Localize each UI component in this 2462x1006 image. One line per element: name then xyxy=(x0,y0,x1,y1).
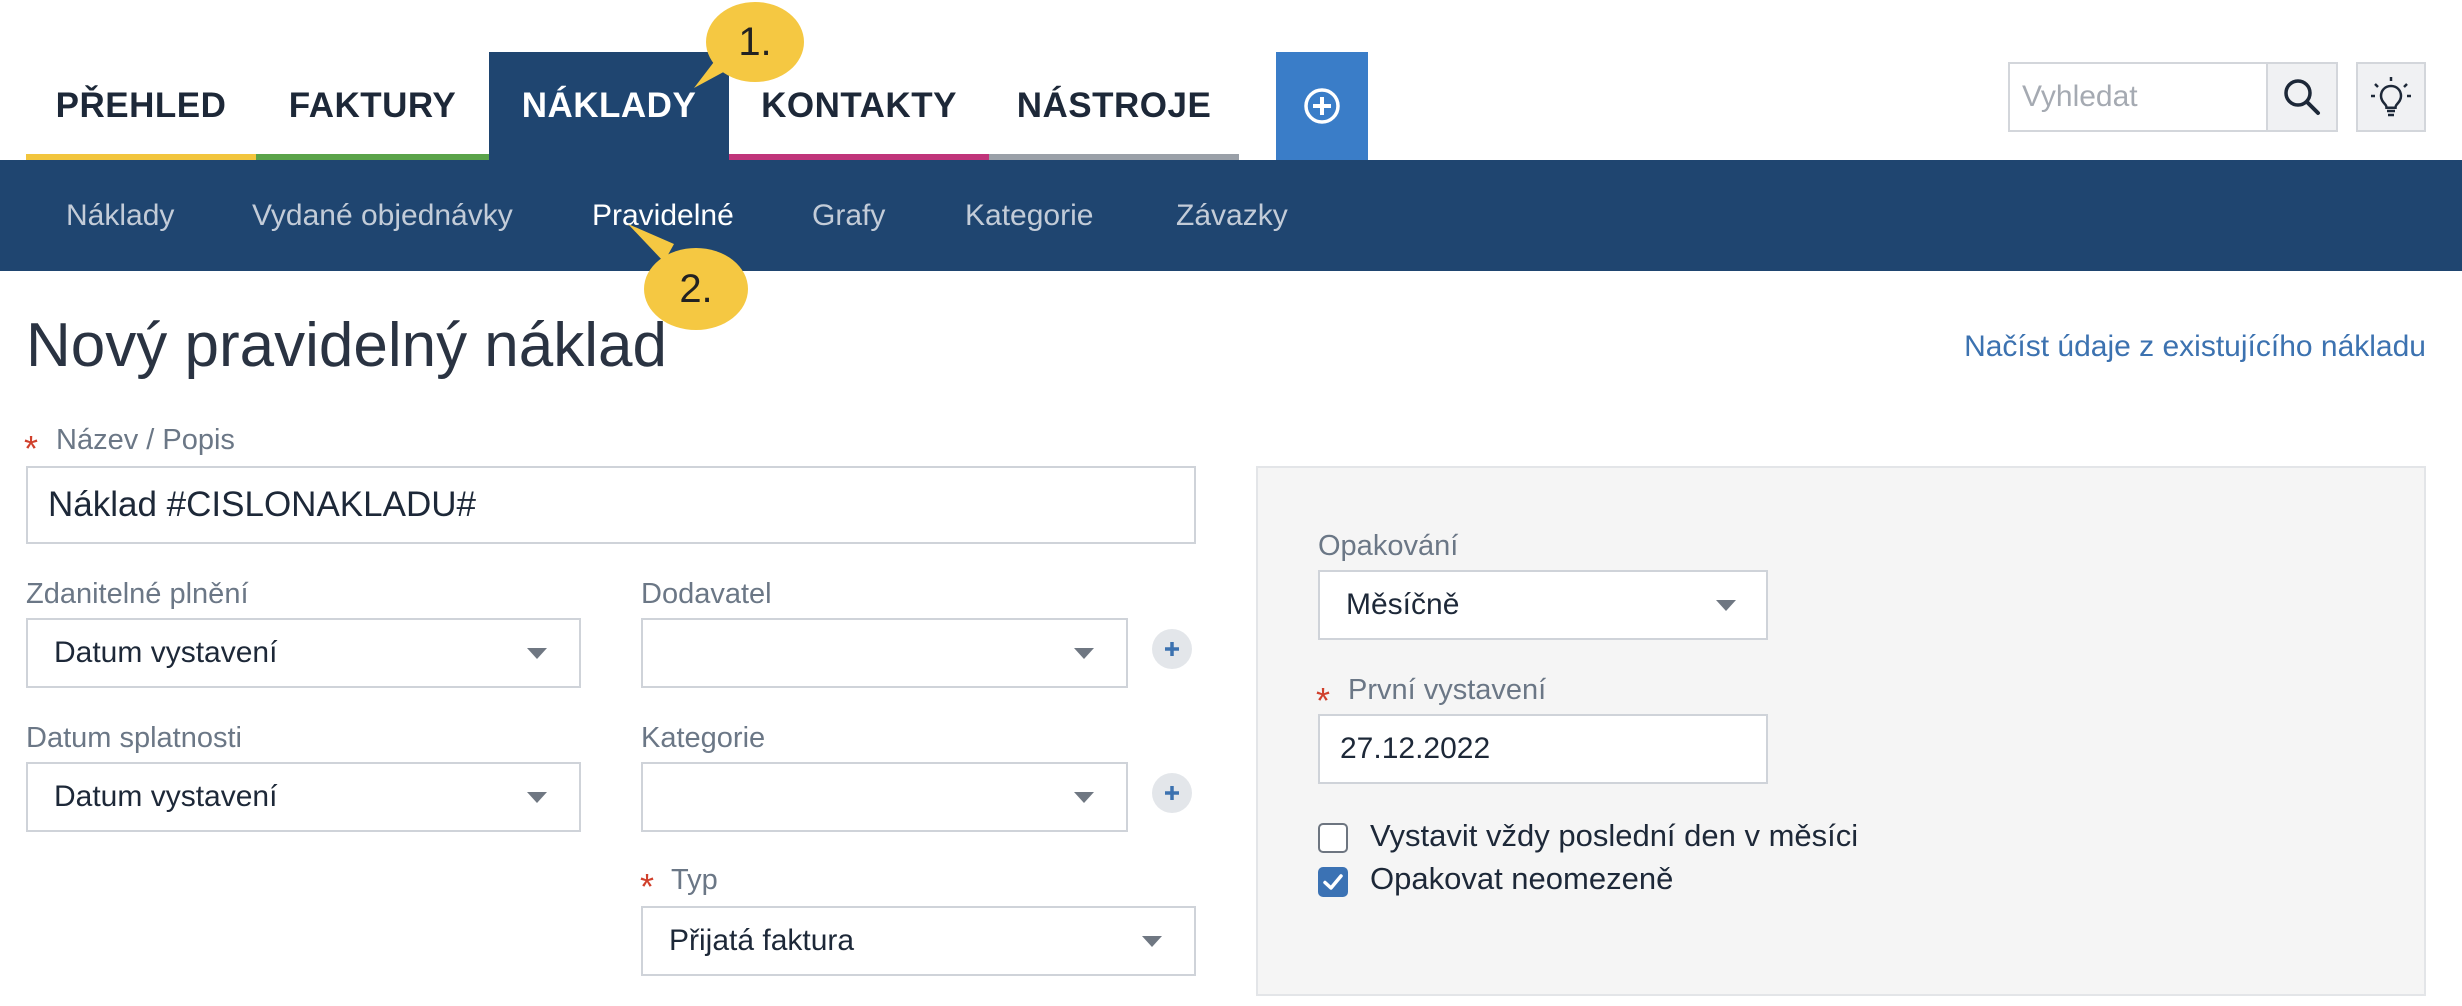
chevron-down-icon xyxy=(1074,792,1094,803)
tips-button[interactable] xyxy=(2356,62,2426,132)
repeat-value: Měsíčně xyxy=(1346,588,1460,621)
main-tabs: PŘEHLED FAKTURY NÁKLADY KONTAKTY NÁSTROJ… xyxy=(26,52,1239,160)
chevron-down-icon xyxy=(1716,600,1736,611)
search-button[interactable] xyxy=(2266,62,2338,132)
taxable-select[interactable]: Datum vystavení xyxy=(26,618,581,688)
tab-naklady-label: NÁKLADY xyxy=(521,86,697,125)
last-day-label: Vystavit vždy poslední den v měsíci xyxy=(1370,818,1859,853)
due-label: Datum splatnosti xyxy=(26,722,242,754)
first-issue-value: 27.12.2022 xyxy=(1340,732,1491,765)
category-label: Kategorie xyxy=(641,722,766,754)
tab-prehled-label: PŘEHLED xyxy=(55,86,227,125)
add-category-button[interactable] xyxy=(1152,773,1192,813)
callout-1-label: 1. xyxy=(738,19,772,64)
plus-icon xyxy=(1165,642,1179,656)
taxable-value: Datum vystavení xyxy=(54,636,278,669)
callout-2-label: 2. xyxy=(679,266,713,311)
lightbulb-icon xyxy=(2371,77,2411,117)
tab-prehled[interactable]: PŘEHLED xyxy=(26,52,256,160)
subnav-kategorie[interactable]: Kategorie xyxy=(965,160,1093,271)
callout-1: 1. xyxy=(706,2,804,82)
chevron-down-icon xyxy=(1142,936,1162,947)
type-select[interactable]: Přijatá faktura xyxy=(641,906,1196,976)
subnav-grafy[interactable]: Grafy xyxy=(812,160,885,271)
required-mark: * xyxy=(640,866,655,907)
tab-faktury-label: FAKTURY xyxy=(288,86,457,125)
required-mark: * xyxy=(24,428,39,469)
name-input[interactable]: Náklad #CISLONAKLADU# xyxy=(26,466,1196,544)
chevron-down-icon xyxy=(527,648,547,659)
due-select[interactable]: Datum vystavení xyxy=(26,762,581,832)
chevron-down-icon xyxy=(1074,648,1094,659)
supplier-select[interactable] xyxy=(641,618,1128,688)
first-issue-label: První vystavení xyxy=(1348,674,1547,706)
type-value: Přijatá faktura xyxy=(669,924,855,957)
tab-nastroje-label: NÁSTROJE xyxy=(1016,86,1212,125)
repeat-label: Opakování xyxy=(1318,530,1459,562)
first-issue-date-input[interactable]: 27.12.2022 xyxy=(1318,714,1768,784)
category-select[interactable] xyxy=(641,762,1128,832)
type-label: Typ xyxy=(671,864,718,896)
tab-kontakty-label: KONTAKTY xyxy=(761,86,957,125)
checkmark-icon xyxy=(1323,874,1343,890)
add-supplier-button[interactable] xyxy=(1152,629,1192,669)
last-day-checkbox[interactable] xyxy=(1318,823,1348,853)
sub-navigation: Náklady Vydané objednávky Pravidelné Gra… xyxy=(0,160,2462,271)
search-icon xyxy=(2284,79,2320,115)
unlimited-checkbox[interactable] xyxy=(1318,867,1348,897)
taxable-label: Zdanitelné plnění xyxy=(26,578,249,610)
repeat-select[interactable]: Měsíčně xyxy=(1318,570,1768,640)
subnav-vydane-objednavky[interactable]: Vydané objednávky xyxy=(252,160,513,271)
due-value: Datum vystavení xyxy=(54,780,278,813)
chevron-down-icon xyxy=(527,792,547,803)
plus-circle-icon xyxy=(1304,88,1340,124)
tab-nastroje[interactable]: NÁSTROJE xyxy=(989,52,1239,160)
name-label: Název / Popis xyxy=(56,424,235,456)
name-value: Náklad #CISLONAKLADU# xyxy=(48,485,476,524)
add-new-button[interactable] xyxy=(1276,52,1368,160)
subnav-zavazky[interactable]: Závazky xyxy=(1176,160,1288,271)
unlimited-label: Opakovat neomezeně xyxy=(1370,861,1674,896)
load-existing-link[interactable]: Načíst údaje z existujícího nákladu xyxy=(1964,330,2426,364)
subnav-naklady[interactable]: Náklady xyxy=(66,160,174,271)
tab-faktury[interactable]: FAKTURY xyxy=(256,52,489,160)
supplier-label: Dodavatel xyxy=(641,578,772,610)
plus-icon xyxy=(1165,786,1179,800)
page-title: Nový pravidelný náklad xyxy=(26,311,668,380)
search-input[interactable] xyxy=(2008,62,2268,132)
